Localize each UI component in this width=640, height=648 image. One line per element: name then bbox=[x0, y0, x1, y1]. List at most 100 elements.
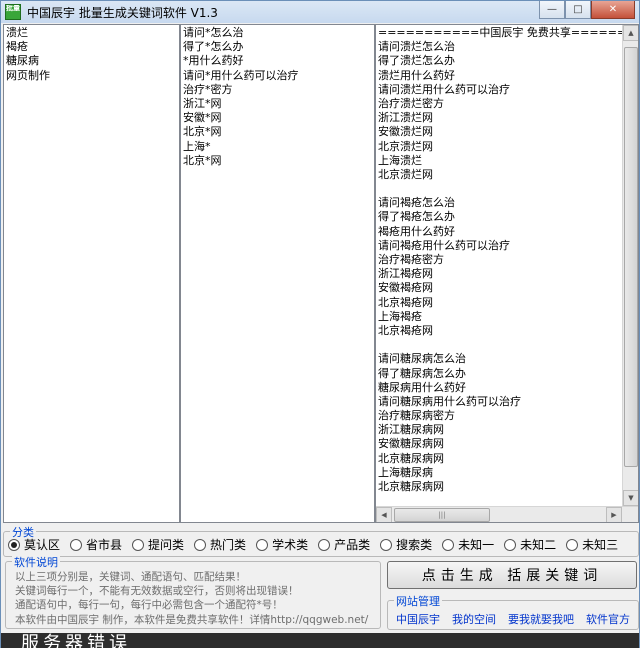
template-line: 治疗*密方 bbox=[183, 82, 233, 96]
site-links: 中国辰宇 我的空间 要我就娶我吧 软件官方 bbox=[396, 611, 640, 627]
radio-button-icon[interactable] bbox=[504, 538, 517, 551]
vertical-scroll-thumb[interactable] bbox=[624, 47, 638, 467]
bottom-banner-text: 服务器错误 bbox=[21, 633, 131, 648]
app-icon: 批量 bbox=[5, 4, 21, 20]
category-option-label: 未知三 bbox=[582, 538, 619, 552]
templates-textarea[interactable]: 请问*怎么治 得了*怎么办 *用什么药好 请问*用什么药可以治疗 治疗*密方 浙江*网 安徽… bbox=[180, 24, 375, 523]
scroll-right-arrow-icon[interactable]: ▶ bbox=[606, 507, 622, 522]
category-option-label: 提问类 bbox=[148, 538, 185, 552]
window-title: 中国辰宇 批量生成关键词软件 V1.3 bbox=[27, 5, 218, 20]
result-line: 上海糖尿病 bbox=[378, 465, 433, 479]
category-option[interactable]: 热门类 bbox=[194, 536, 246, 553]
close-button[interactable]: ✕ bbox=[591, 1, 635, 19]
maximize-button[interactable]: □ bbox=[565, 1, 591, 19]
info-group-label: 软件说明 bbox=[12, 554, 60, 570]
info-text: 以上三项分别是，关键词、通配语句、匹配结果！ 关键词每行一个，不能有无效数据或空行… bbox=[15, 570, 368, 627]
category-option[interactable]: 莫认区 bbox=[8, 536, 60, 553]
radio-button-icon[interactable] bbox=[256, 538, 269, 551]
result-line: 请问糖尿病怎么治 bbox=[378, 352, 466, 366]
template-line: 请问*用什么药可以治疗 bbox=[183, 68, 299, 82]
result-line: 溃烂用什么药好 bbox=[378, 68, 455, 82]
category-option[interactable]: 未知三 bbox=[566, 536, 618, 553]
result-line: 安徽褐疮网 bbox=[378, 281, 433, 295]
category-option[interactable]: 产品类 bbox=[318, 536, 370, 553]
template-line: 请问*怎么治 bbox=[183, 26, 244, 39]
category-option-label: 未知一 bbox=[458, 538, 495, 552]
template-line: 浙江*网 bbox=[183, 96, 222, 110]
scroll-left-arrow-icon[interactable]: ◀ bbox=[376, 507, 392, 522]
result-line bbox=[378, 338, 636, 352]
category-group: 分类 莫认区 省市县 提问类 热门类 学术类 产品类 搜索类 未知一 未知二 未知三 bbox=[3, 524, 639, 557]
app-window: 批量 中国辰宇 批量生成关键词软件 V1.3 — □ ✕ 溃烂 褐疮 糖尿病 网页制作… bbox=[0, 0, 640, 648]
horizontal-scroll-thumb[interactable]: ||| bbox=[394, 508, 490, 522]
category-option[interactable]: 学术类 bbox=[256, 536, 308, 553]
radio-button-icon[interactable] bbox=[442, 538, 455, 551]
generate-keywords-button[interactable]: 点击生成 括展关键词 bbox=[387, 561, 637, 589]
result-line: 安徽糖尿病网 bbox=[378, 437, 444, 451]
category-option-label: 学术类 bbox=[272, 538, 309, 552]
category-option[interactable]: 省市县 bbox=[70, 536, 122, 553]
result-line: 请问褐疮怎么治 bbox=[378, 196, 455, 210]
radio-button-icon[interactable] bbox=[194, 538, 207, 551]
category-option[interactable]: 搜索类 bbox=[380, 536, 432, 553]
results-horizontal-scrollbar[interactable]: ◀ ||| ▶ bbox=[376, 506, 638, 522]
result-line: 安徽溃烂网 bbox=[378, 125, 433, 139]
keywords-textarea[interactable]: 溃烂 褐疮 糖尿病 网页制作 bbox=[3, 24, 180, 523]
radio-button-icon[interactable] bbox=[132, 538, 145, 551]
template-line: 北京*网 bbox=[183, 125, 222, 139]
results-vertical-scrollbar[interactable]: ▲ ▼ bbox=[622, 25, 638, 506]
category-option-label: 搜索类 bbox=[396, 538, 433, 552]
category-option[interactable]: 未知一 bbox=[442, 536, 494, 553]
info-line: 本软件由中国辰宇 制作，本软件是免费共享软件！详情http://qqgweb.n… bbox=[15, 613, 369, 626]
scroll-up-arrow-icon[interactable]: ▲ bbox=[623, 25, 638, 41]
result-line: 得了溃烂怎么办 bbox=[378, 54, 455, 68]
result-line: 上海溃烂 bbox=[378, 153, 422, 167]
site-link[interactable]: 要我就娶我吧 bbox=[508, 611, 574, 627]
category-option[interactable]: 未知二 bbox=[504, 536, 556, 553]
result-line: 浙江褐疮网 bbox=[378, 267, 433, 281]
result-line: 浙江溃烂网 bbox=[378, 111, 433, 125]
results-textarea[interactable]: ===========中国辰宇 免费共享====================… bbox=[375, 24, 639, 523]
result-line: 北京糖尿病网 bbox=[378, 451, 444, 465]
result-line: 北京褐疮网 bbox=[378, 323, 433, 337]
radio-button-icon[interactable] bbox=[380, 538, 393, 551]
info-group: 软件说明 以上三项分别是，关键词、通配语句、匹配结果！ 关键词每行一个，不能有无效… bbox=[5, 554, 381, 629]
scroll-down-arrow-icon[interactable]: ▼ bbox=[623, 490, 638, 506]
template-line: 安徽*网 bbox=[183, 111, 222, 125]
result-line: 得了褐疮怎么办 bbox=[378, 210, 455, 224]
result-line: 得了糖尿病怎么办 bbox=[378, 366, 466, 380]
result-line: 上海褐疮 bbox=[378, 309, 422, 323]
radio-button-icon[interactable] bbox=[566, 538, 579, 551]
result-line: ===========中国辰宇 免费共享==================== bbox=[378, 26, 639, 39]
results-lines: ===========中国辰宇 免费共享====================… bbox=[376, 25, 638, 495]
minimize-button[interactable]: — bbox=[539, 1, 565, 19]
radio-button-icon[interactable] bbox=[318, 538, 331, 551]
category-option[interactable]: 提问类 bbox=[132, 536, 184, 553]
category-option-label: 省市县 bbox=[86, 538, 123, 552]
bottom-banner: 服务器错误 bbox=[1, 633, 639, 648]
category-option-label: 莫认区 bbox=[24, 538, 61, 552]
site-link[interactable]: 我的空间 bbox=[452, 611, 496, 627]
result-line: 北京溃烂网 bbox=[378, 167, 433, 181]
keyword-line: 糖尿病 bbox=[6, 54, 39, 68]
keyword-line: 褐疮 bbox=[6, 40, 28, 54]
template-line: 上海* bbox=[183, 139, 211, 153]
result-line: 治疗褐疮密方 bbox=[378, 253, 444, 266]
result-line: 治疗溃烂密方 bbox=[378, 96, 444, 110]
category-option-label: 产品类 bbox=[334, 538, 371, 552]
window-controls: — □ ✕ bbox=[539, 1, 635, 19]
site-link[interactable]: 软件官方 bbox=[586, 611, 630, 627]
result-line: 请问褐疮用什么药可以治疗 bbox=[378, 238, 510, 252]
template-line: 得了*怎么办 bbox=[183, 40, 244, 54]
radio-button-icon[interactable] bbox=[70, 538, 83, 551]
result-line: 治疗糖尿病密方 bbox=[378, 409, 455, 423]
category-option-label: 热门类 bbox=[210, 538, 247, 552]
title-bar[interactable]: 批量 中国辰宇 批量生成关键词软件 V1.3 — □ ✕ bbox=[1, 1, 639, 23]
result-line: 浙江糖尿病网 bbox=[378, 423, 444, 437]
templates-lines: 请问*怎么治 得了*怎么办 *用什么药好 请问*用什么药可以治疗 治疗*密方 浙江*网 安徽… bbox=[181, 25, 374, 169]
site-group-label: 网站管理 bbox=[394, 593, 442, 609]
keyword-line: 溃烂 bbox=[6, 26, 28, 39]
info-line: 关键词每行一个，不能有无效数据或空行，否则将出现错误！ bbox=[15, 585, 299, 598]
radio-button-icon[interactable] bbox=[8, 538, 20, 551]
site-link[interactable]: 中国辰宇 bbox=[396, 611, 440, 627]
